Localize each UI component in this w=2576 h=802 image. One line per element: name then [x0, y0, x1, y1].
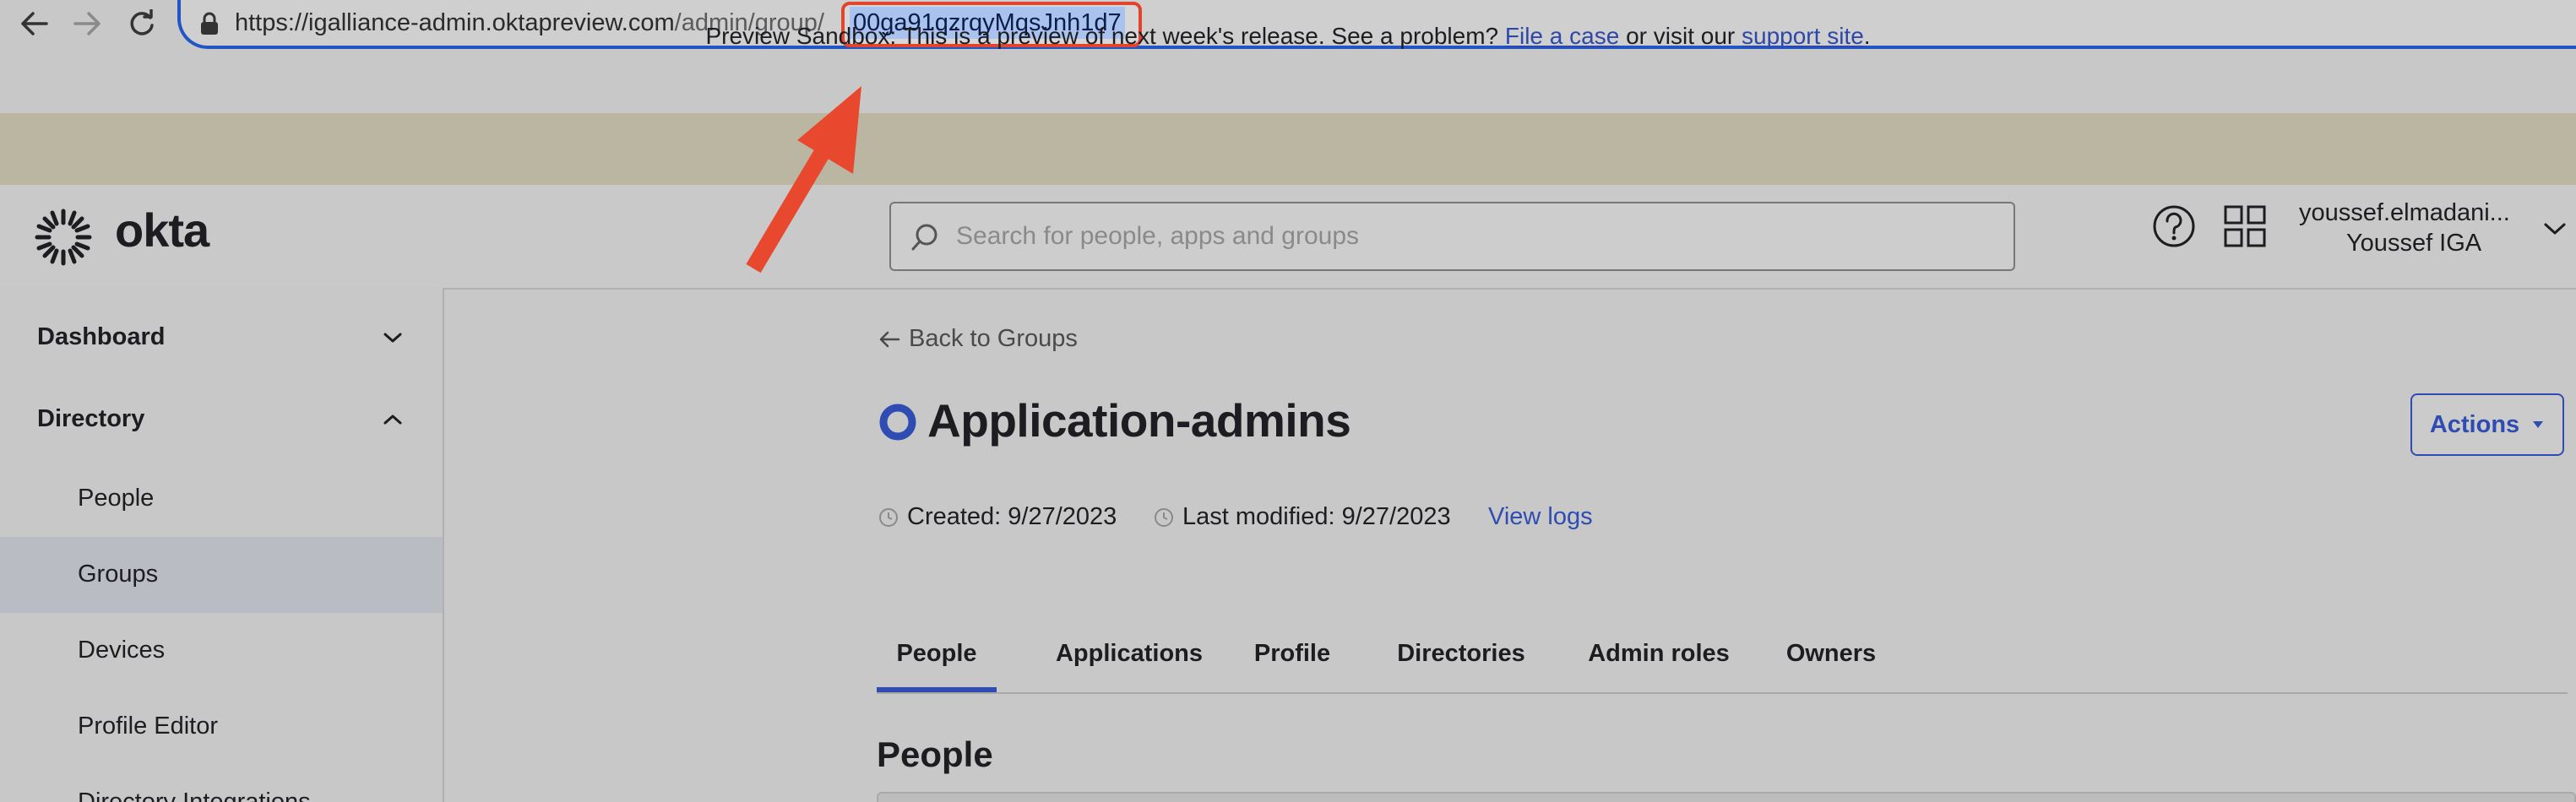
banner-message: Preview Sandbox: This is a preview of ne… [705, 22, 1499, 49]
group-icon [879, 404, 916, 441]
search-input[interactable] [956, 210, 1970, 263]
modified-text: Last modified: 9/27/2023 [1182, 503, 1451, 530]
sidebar-item-profile-editor[interactable]: Profile Editor [0, 689, 443, 765]
support-site-link[interactable]: support site [1742, 23, 1864, 50]
back-arrow-icon [879, 331, 900, 347]
view-logs-link[interactable]: View logs [1488, 503, 1593, 531]
sidebar-item-groups[interactable]: Groups [0, 537, 443, 613]
banner-end: . [1863, 22, 1871, 49]
sidebar-section-dashboard[interactable]: Dashboard [0, 298, 443, 379]
sidebar-item-label: People [78, 485, 155, 512]
help-icon[interactable] [2152, 204, 2196, 248]
sidebar-item-directory-integrations[interactable]: Directory Integrations [0, 765, 443, 802]
okta-logo-text[interactable]: okta [115, 203, 209, 257]
tab-profile[interactable]: Profile [1230, 631, 1355, 692]
actions-button[interactable]: Actions [2410, 393, 2564, 456]
tab-applications[interactable]: Applications [1029, 631, 1230, 692]
section-heading: People [877, 734, 993, 774]
okta-logo-icon[interactable] [34, 208, 93, 267]
preview-banner [0, 113, 2576, 185]
back-link-label: Back to Groups [909, 325, 1078, 352]
tab-label: Applications [1055, 640, 1203, 667]
sidebar-item-label: Groups [78, 561, 159, 588]
clock-icon [879, 507, 898, 527]
modified-date: Last modified: 9/27/2023 [1154, 503, 1451, 531]
clock-icon [1155, 507, 1173, 527]
chevron-up-icon [383, 415, 402, 425]
sidebar-section-label: Dashboard [37, 323, 166, 350]
tab-label: Profile [1253, 640, 1331, 667]
tab-owners[interactable]: Owners [1755, 631, 1907, 692]
people-table [877, 792, 2576, 802]
back-to-groups-link[interactable]: Back to Groups [878, 325, 1078, 353]
actions-label: Actions [2429, 410, 2520, 438]
sidebar-item-devices[interactable]: Devices [0, 613, 443, 689]
chevron-down-icon[interactable] [2542, 219, 2568, 238]
sidebar-section-label: Directory [37, 405, 145, 432]
group-tabs: People Applications Profile Directories … [877, 631, 2568, 694]
tab-label: People [896, 640, 977, 667]
tab-label: Admin roles [1588, 640, 1730, 667]
sidebar-item-label: Profile Editor [78, 713, 219, 740]
user-name[interactable]: youssef.elmadani... [2299, 199, 2510, 227]
created-date: Created: 9/27/2023 [878, 503, 1117, 531]
tab-people[interactable]: People [877, 631, 997, 692]
created-text: Created: 9/27/2023 [907, 503, 1117, 530]
tab-directories[interactable]: Directories [1368, 631, 1554, 692]
sidebar-section-directory[interactable]: Directory [0, 380, 443, 461]
banner-middle: or visit our [1626, 22, 1736, 49]
tab-label: Owners [1785, 640, 1877, 667]
preview-banner-text: Preview Sandbox: This is a preview of ne… [0, 0, 2576, 72]
page-title: Application-admins [927, 394, 1351, 447]
tab-label: Directories [1397, 640, 1525, 667]
sidebar-item-label: Directory Integrations [78, 788, 311, 802]
chevron-down-icon [383, 333, 402, 343]
annotation-arrow-icon [746, 86, 861, 274]
search-icon [911, 224, 937, 251]
sidebar-item-people[interactable]: People [0, 461, 443, 537]
tab-admin-roles[interactable]: Admin roles [1557, 631, 1760, 692]
caret-down-icon [2533, 421, 2544, 428]
sidebar-item-label: Devices [78, 637, 166, 664]
user-org[interactable]: Youssef IGA [2346, 230, 2481, 257]
file-a-case-link[interactable]: File a case [1505, 23, 1619, 50]
app-grid-icon[interactable] [2223, 204, 2267, 248]
